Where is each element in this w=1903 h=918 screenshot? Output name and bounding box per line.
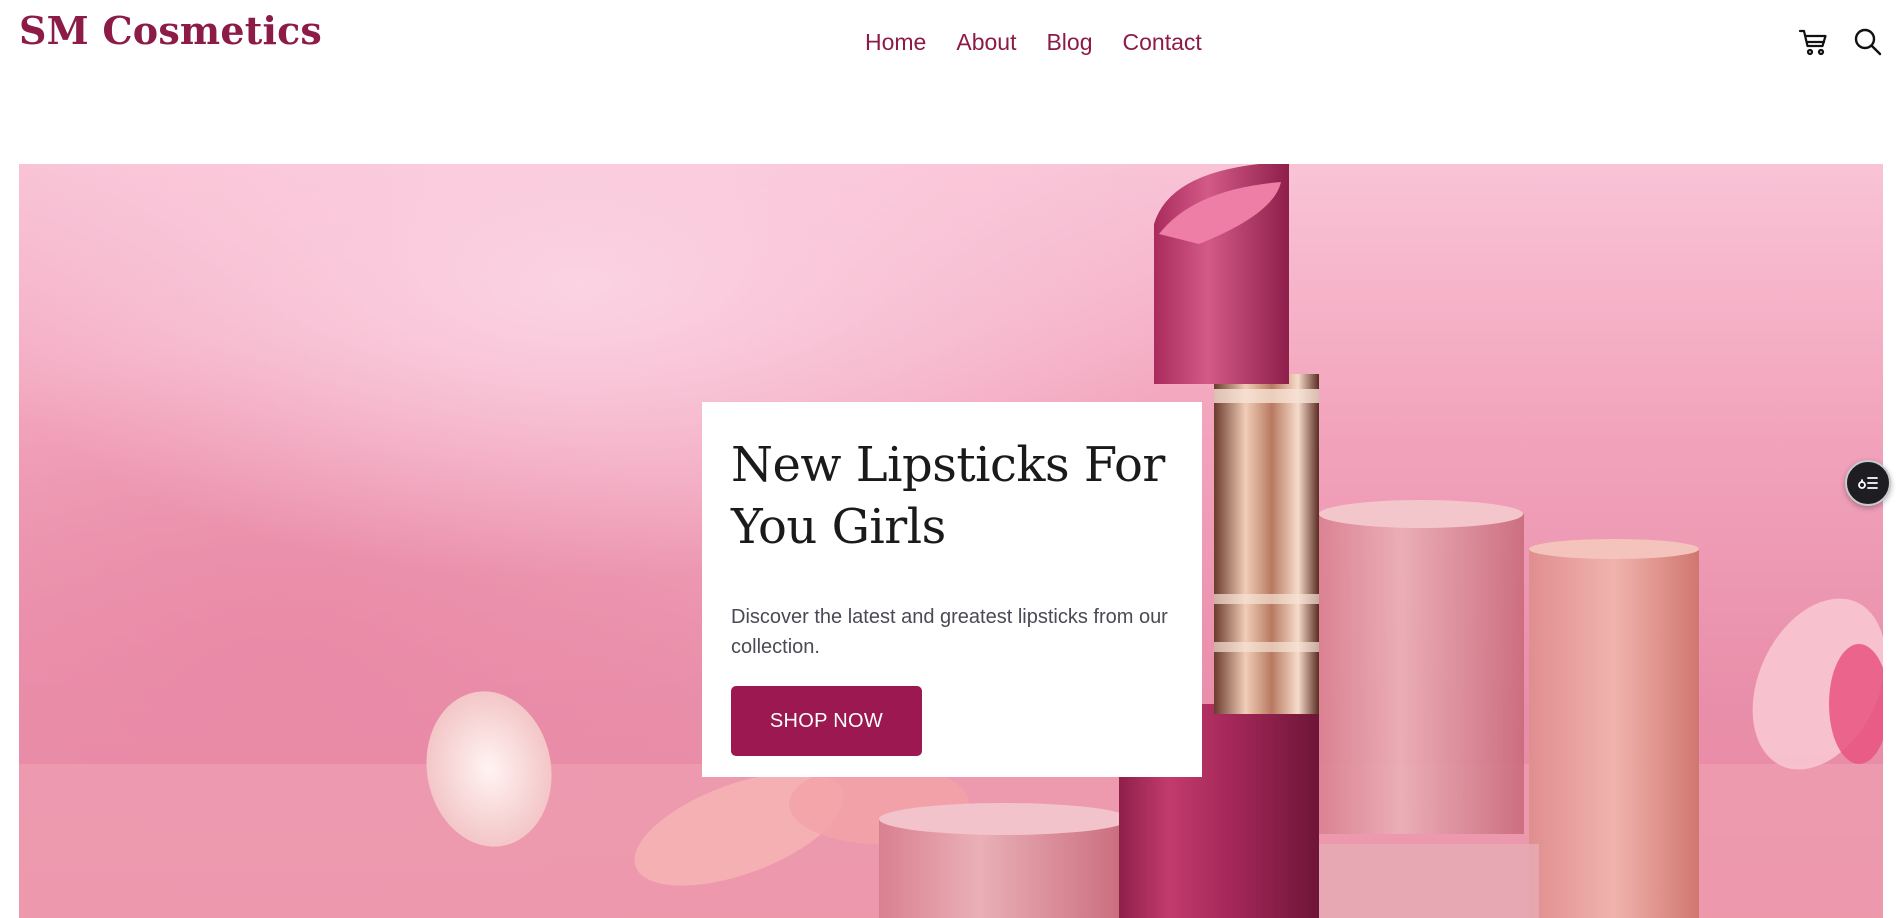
nav-about[interactable]: About	[956, 26, 1016, 58]
hero-title: New Lipsticks For You Girls	[731, 437, 1165, 555]
search-icon[interactable]	[1852, 26, 1884, 58]
header-actions	[1798, 26, 1884, 58]
cart-icon[interactable]	[1798, 26, 1830, 58]
nav-home[interactable]: Home	[865, 26, 926, 58]
accessibility-widget-button[interactable]	[1845, 460, 1891, 506]
hero-description: Discover the latest and greatest lipstic…	[731, 606, 1168, 658]
site-logo[interactable]: SM Cosmetics	[19, 8, 322, 54]
hero-card: New Lipsticks For You Girls Discover the…	[702, 402, 1202, 777]
nav-blog[interactable]: Blog	[1046, 26, 1092, 58]
shop-now-button[interactable]: SHOP NOW	[731, 686, 922, 756]
settings-list-icon	[1858, 477, 1878, 489]
hero-banner: New Lipsticks For You Girls Discover the…	[19, 164, 1883, 918]
main-nav: Home About Blog Contact	[865, 26, 1202, 58]
nav-contact[interactable]: Contact	[1123, 26, 1202, 58]
page: SM Cosmetics Home About Blog Contact New…	[0, 0, 1903, 918]
